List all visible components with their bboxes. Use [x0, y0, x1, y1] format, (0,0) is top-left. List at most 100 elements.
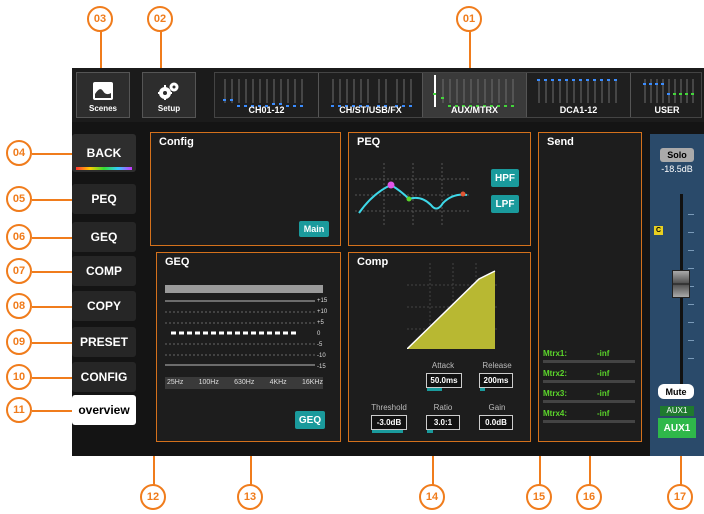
comp-button[interactable]: COMP [72, 256, 136, 286]
callout-14: 14 [419, 484, 445, 510]
aux-button[interactable]: AUX1 [658, 418, 696, 438]
layer-label: CH01-12 [248, 105, 285, 115]
layer-label: CH/ST/USB/FX [339, 105, 402, 115]
layer-ch01-12[interactable]: CH01-12 [215, 73, 319, 117]
freq-label: 16KHz [301, 379, 323, 386]
scale-label: -10 [317, 353, 326, 359]
peq-button[interactable]: PEQ [72, 184, 136, 214]
layer-dca1-12[interactable]: DCA1-12 [527, 73, 631, 117]
callout-01: 01 [456, 6, 482, 32]
send-name: Mtrx2: [543, 369, 568, 378]
release-value[interactable]: 200ms [479, 373, 513, 391]
scale-label: +10 [317, 309, 328, 315]
layer-label: USER [654, 105, 680, 115]
channel-layer-strip: CH01-12 CH/ST/USB/FX AUX/MTRX DCA1-12 US… [214, 72, 702, 118]
callout-12: 12 [140, 484, 166, 510]
layer-meters [537, 79, 617, 103]
attack-label: Attack [431, 361, 455, 370]
callout-15: 15 [526, 484, 552, 510]
comp-graph [407, 263, 499, 349]
scale-label: -5 [317, 342, 323, 348]
peq-title: PEQ [357, 136, 381, 148]
send-level-track [543, 380, 635, 383]
callout-10: 10 [6, 364, 32, 390]
main-button[interactable]: Main [299, 221, 329, 237]
threshold-level-bar [372, 430, 403, 433]
callout-07: 07 [6, 258, 32, 284]
callout-11: 11 [6, 397, 32, 423]
send-row[interactable]: Mtrx1: -inf [543, 349, 635, 363]
geq-button[interactable]: GEQ [72, 222, 136, 252]
ratio-value[interactable]: 3.0:1 [426, 415, 460, 433]
callout-17: 17 [667, 484, 693, 510]
scenes-icon [93, 82, 113, 100]
send-value: -inf [597, 369, 610, 378]
geq-freq-axis: 25Hz 100Hz 630Hz 4KHz 16KHz [167, 379, 323, 386]
freq-label: 25Hz [167, 379, 184, 386]
send-level-track [543, 360, 635, 363]
send-value: -inf [597, 389, 610, 398]
back-button[interactable]: BACK [72, 134, 136, 172]
layer-aux-mtrx[interactable]: AUX/MTRX [423, 73, 527, 117]
freq-label: 4KHz [269, 379, 287, 386]
layer-meters [223, 79, 303, 107]
config-panel[interactable]: Config Main [150, 132, 341, 246]
scale-label: 0 [317, 331, 321, 337]
layer-label: AUX/MTRX [451, 105, 498, 115]
layer-meters [331, 79, 412, 107]
comp-title: Comp [357, 256, 389, 268]
lpf-button[interactable]: LPF [491, 195, 519, 213]
preset-button[interactable]: PRESET [72, 327, 136, 357]
back-label: BACK [86, 146, 122, 160]
copy-button[interactable]: COPY [72, 291, 136, 321]
send-level-track [543, 420, 635, 423]
send-row[interactable]: Mtrx2: -inf [543, 369, 635, 383]
fader-marker: C [654, 226, 663, 235]
callout-16: 16 [576, 484, 602, 510]
scenes-button[interactable]: Scenes [76, 72, 130, 118]
threshold-label: Threshold [371, 403, 407, 412]
attack-value-text: 50.0ms [430, 376, 458, 385]
send-value: -inf [597, 349, 610, 358]
config-button[interactable]: CONFIG [72, 362, 136, 392]
mute-button[interactable]: Mute [658, 384, 694, 399]
solo-button[interactable]: Solo [660, 148, 694, 162]
hpf-button[interactable]: HPF [491, 169, 519, 187]
peq-panel[interactable]: PEQ HPF LPF [348, 132, 531, 246]
top-bar: Scenes Setup CH01-12 CH/ST/USB/FX AUX/MT… [72, 68, 704, 122]
send-row[interactable]: Mtrx4: -inf [543, 409, 635, 423]
geq-panel[interactable]: GEQ +15 +10 +5 0 -5 -10 -15 25Hz 100Hz 6… [156, 252, 341, 442]
release-value-text: 200ms [483, 376, 509, 385]
send-panel[interactable]: Send Mtrx1: -inf Mtrx2: -inf Mtrx3: -inf… [538, 132, 642, 442]
callout-03: 03 [87, 6, 113, 32]
peq-node-1 [387, 181, 395, 189]
comp-panel[interactable]: Comp Attack 50.0ms Release 200ms Thresho… [348, 252, 531, 442]
attack-value[interactable]: 50.0ms [426, 373, 462, 391]
ratio-level-bar [427, 430, 434, 433]
release-level-bar [480, 388, 485, 391]
callout-02: 02 [147, 6, 173, 32]
setup-button[interactable]: Setup [142, 72, 196, 118]
channel-fader-strip: Solo -18.5dB C Mute AUX1 AUX1 [650, 134, 704, 456]
overview-button[interactable]: overview [72, 395, 136, 425]
scale-label: +5 [317, 320, 324, 326]
geq-scale: +15 +10 +5 0 -5 -10 -15 [317, 296, 341, 373]
send-row[interactable]: Mtrx3: -inf [543, 389, 635, 403]
callout-09: 09 [6, 329, 32, 355]
layer-ch-st-usb-fx[interactable]: CH/ST/USB/FX [319, 73, 423, 117]
fader-knob[interactable] [672, 270, 690, 298]
release-label: Release [482, 361, 512, 370]
geq-button[interactable]: GEQ [295, 411, 325, 429]
config-title: Config [159, 136, 194, 148]
peq-node-2 [406, 196, 412, 202]
geq-title: GEQ [165, 256, 190, 268]
fader-level: -18.5dB [661, 164, 693, 174]
threshold-value[interactable]: -3.0dB [371, 415, 407, 433]
freq-label: 630Hz [234, 379, 255, 386]
send-name: Mtrx4: [543, 409, 568, 418]
scale-label: +15 [317, 298, 328, 304]
layer-user[interactable]: USER [631, 73, 703, 117]
mixer-screen: Scenes Setup CH01-12 CH/ST/USB/FX AUX/MT… [72, 68, 704, 456]
setup-label: Setup [157, 104, 181, 113]
gain-value[interactable]: 0.0dB [479, 415, 513, 430]
